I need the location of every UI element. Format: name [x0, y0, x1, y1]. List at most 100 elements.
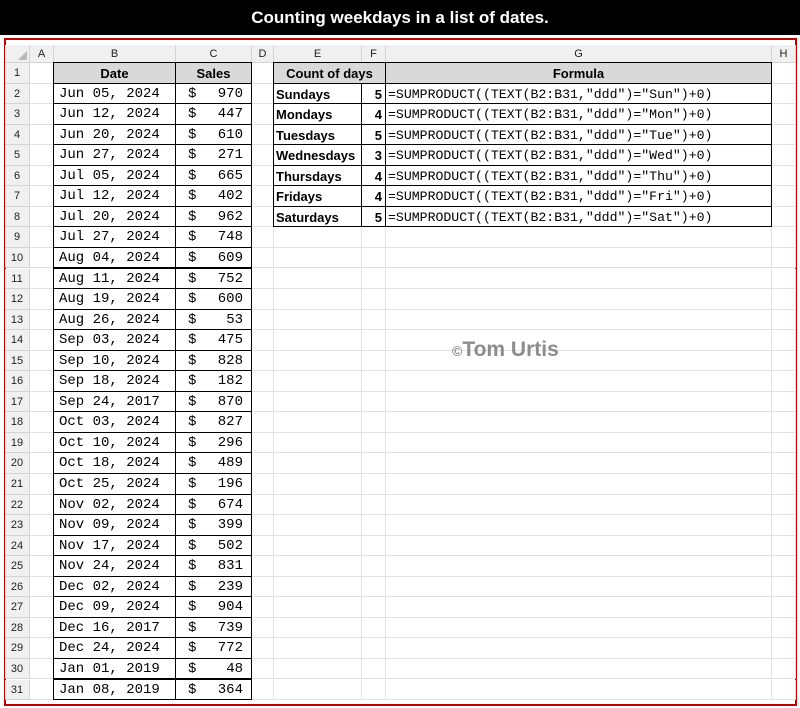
sales-cell[interactable]: $271 — [175, 144, 252, 166]
row-header-25[interactable]: 25 — [5, 556, 30, 577]
cell[interactable] — [30, 247, 54, 269]
cell[interactable] — [362, 289, 386, 310]
cell[interactable] — [362, 432, 386, 454]
date-cell[interactable]: Oct 18, 2024 — [53, 452, 176, 474]
cell[interactable] — [274, 535, 362, 557]
cell[interactable] — [362, 556, 386, 577]
row-header-4[interactable]: 4 — [5, 124, 30, 146]
row-header-24[interactable]: 24 — [5, 535, 30, 557]
day-label[interactable]: Thursdays — [273, 164, 362, 187]
cell[interactable] — [362, 350, 386, 372]
day-count[interactable]: 5 — [361, 205, 386, 228]
date-cell[interactable]: Jul 27, 2024 — [53, 226, 176, 248]
cell[interactable] — [274, 350, 362, 372]
cell[interactable] — [772, 309, 796, 331]
cell[interactable] — [252, 289, 274, 310]
cell[interactable] — [252, 638, 274, 659]
date-cell[interactable]: Sep 03, 2024 — [53, 329, 176, 351]
cell[interactable] — [772, 638, 796, 659]
day-label[interactable]: Tuesdays — [273, 123, 362, 146]
cell[interactable] — [386, 576, 772, 598]
row-header-31[interactable]: 31 — [5, 679, 30, 701]
cell[interactable] — [274, 617, 362, 639]
cell[interactable] — [362, 535, 386, 557]
sales-cell[interactable]: $402 — [175, 185, 252, 207]
row-header-26[interactable]: 26 — [5, 576, 30, 598]
sales-cell[interactable]: $364 — [175, 678, 252, 701]
cell[interactable] — [252, 535, 274, 557]
cell[interactable] — [30, 576, 54, 598]
cell[interactable] — [30, 658, 54, 680]
cell[interactable] — [252, 371, 274, 392]
date-cell[interactable]: Nov 17, 2024 — [53, 534, 176, 557]
cell[interactable] — [386, 309, 772, 331]
cell[interactable] — [30, 371, 54, 392]
date-cell[interactable]: Dec 24, 2024 — [53, 637, 176, 659]
cell[interactable] — [252, 576, 274, 598]
cell[interactable] — [386, 371, 772, 392]
cell[interactable] — [252, 412, 274, 433]
sales-cell[interactable]: $739 — [175, 616, 252, 639]
cell[interactable] — [386, 227, 772, 248]
cell[interactable] — [252, 124, 274, 146]
column-header-h[interactable]: H — [772, 45, 796, 63]
row-header-10[interactable]: 10 — [5, 247, 30, 269]
cell[interactable] — [362, 494, 386, 516]
cell[interactable] — [30, 515, 54, 536]
cell[interactable] — [30, 494, 54, 516]
date-cell[interactable]: Oct 10, 2024 — [53, 431, 176, 454]
sales-cell[interactable]: $48 — [175, 657, 252, 680]
column-header-e[interactable]: E — [274, 45, 362, 63]
cell[interactable] — [30, 391, 54, 413]
sales-cell[interactable]: $970 — [175, 82, 252, 105]
cell[interactable] — [772, 576, 796, 598]
row-header-7[interactable]: 7 — [5, 186, 30, 207]
formula-cell[interactable]: =SUMPRODUCT((TEXT(B2:B31,"ddd")="Tue")+0… — [385, 123, 772, 146]
date-cell[interactable]: Jun 05, 2024 — [53, 82, 176, 105]
row-header-1[interactable]: 1 — [5, 63, 30, 84]
day-label[interactable]: Fridays — [273, 185, 362, 207]
row-header-18[interactable]: 18 — [5, 412, 30, 433]
cell[interactable] — [362, 391, 386, 413]
header-date[interactable]: Date — [53, 62, 176, 84]
cell[interactable] — [252, 309, 274, 331]
row-header-19[interactable]: 19 — [5, 432, 30, 454]
cell[interactable] — [252, 165, 274, 187]
sales-cell[interactable]: $665 — [175, 164, 252, 187]
cell[interactable] — [772, 658, 796, 680]
date-cell[interactable]: Nov 02, 2024 — [53, 493, 176, 516]
cell[interactable] — [30, 556, 54, 577]
sales-cell[interactable]: $962 — [175, 205, 252, 228]
cell[interactable] — [362, 638, 386, 659]
date-cell[interactable]: Dec 02, 2024 — [53, 575, 176, 598]
cell[interactable] — [252, 330, 274, 351]
row-header-20[interactable]: 20 — [5, 453, 30, 474]
cell[interactable] — [274, 474, 362, 495]
date-cell[interactable]: Oct 25, 2024 — [53, 473, 176, 495]
cell[interactable] — [772, 227, 796, 248]
formula-cell[interactable]: =SUMPRODUCT((TEXT(B2:B31,"ddd")="Sun")+0… — [385, 82, 772, 105]
row-header-13[interactable]: 13 — [5, 309, 30, 331]
cell[interactable] — [274, 658, 362, 680]
date-cell[interactable]: Jul 20, 2024 — [53, 205, 176, 228]
cell[interactable] — [772, 330, 796, 351]
row-header-6[interactable]: 6 — [5, 165, 30, 187]
cell[interactable] — [362, 679, 386, 701]
cell[interactable] — [274, 309, 362, 331]
cell[interactable] — [252, 104, 274, 125]
day-count[interactable]: 4 — [361, 164, 386, 187]
cell[interactable] — [30, 453, 54, 474]
date-cell[interactable]: Sep 24, 2017 — [53, 390, 176, 413]
cell[interactable] — [30, 124, 54, 146]
cell[interactable] — [274, 576, 362, 598]
cell[interactable] — [274, 638, 362, 659]
cell[interactable] — [362, 330, 386, 351]
day-count[interactable]: 3 — [361, 144, 386, 166]
cell[interactable] — [362, 453, 386, 474]
sales-cell[interactable]: $399 — [175, 514, 252, 536]
date-cell[interactable]: Sep 10, 2024 — [53, 349, 176, 372]
sales-cell[interactable]: $502 — [175, 534, 252, 557]
cell[interactable] — [772, 494, 796, 516]
cell[interactable] — [274, 330, 362, 351]
cell[interactable] — [252, 350, 274, 372]
